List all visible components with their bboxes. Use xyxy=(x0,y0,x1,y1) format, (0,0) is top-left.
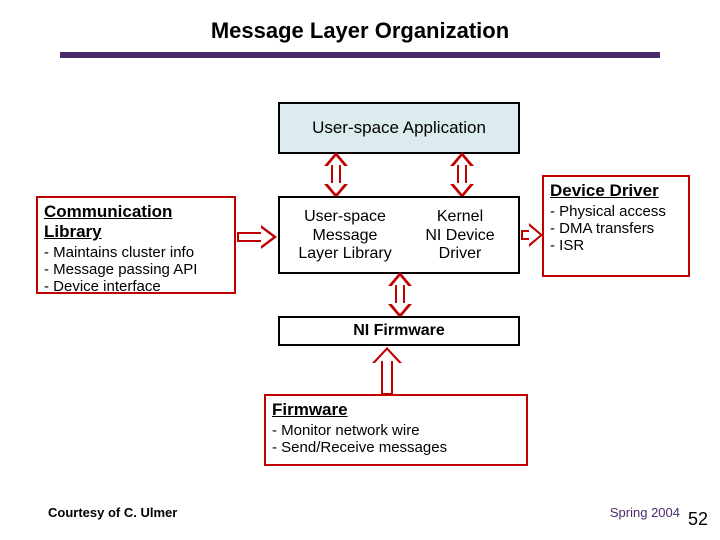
term-label: Spring 2004 xyxy=(610,505,680,520)
comm-library-header: Communication Library xyxy=(44,202,228,242)
message-layer-box: User-space Message Layer Library Kernel … xyxy=(278,196,520,274)
kernel-l2: NI Device xyxy=(425,227,494,245)
ni-firmware-label: NI Firmware xyxy=(353,322,445,340)
msg-lib-l3: Layer Library xyxy=(298,245,391,263)
device-driver-item: - Physical access xyxy=(550,203,682,220)
firmware-header: Firmware xyxy=(272,400,520,420)
comm-library-item: - Maintains cluster info xyxy=(44,244,228,261)
arrow-firmware-callout xyxy=(375,347,399,393)
firmware-item: - Monitor network wire xyxy=(272,422,520,439)
comm-library-callout: Communication Library - Maintains cluste… xyxy=(36,196,236,294)
arrow-comm-to-mid xyxy=(237,227,277,247)
device-driver-item: - ISR xyxy=(550,237,682,254)
device-driver-callout: Device Driver - Physical access - DMA tr… xyxy=(542,175,690,277)
arrow-app-userspace xyxy=(326,155,346,195)
user-space-msg-lib: User-space Message Layer Library xyxy=(286,203,404,269)
device-driver-header: Device Driver xyxy=(550,181,682,201)
user-space-app-label: User-space Application xyxy=(312,118,486,138)
arrow-app-kernel xyxy=(452,155,472,195)
firmware-callout: Firmware - Monitor network wire - Send/R… xyxy=(264,394,528,466)
title-rule xyxy=(60,52,660,58)
firmware-item: - Send/Receive messages xyxy=(272,439,520,456)
kernel-ni-driver: Kernel NI Device Driver xyxy=(408,203,512,269)
arrow-mid-to-driver xyxy=(521,225,543,245)
page-number: 52 xyxy=(688,509,708,530)
ni-firmware-box: NI Firmware xyxy=(278,316,520,346)
courtesy-line: Courtesy of C. Ulmer xyxy=(48,505,177,520)
arrow-mid-firmware xyxy=(390,275,410,315)
kernel-l3: Driver xyxy=(439,245,482,263)
kernel-l1: Kernel xyxy=(437,208,483,226)
comm-library-item: - Message passing API xyxy=(44,261,228,278)
msg-lib-l1: User-space xyxy=(304,208,386,226)
device-driver-item: - DMA transfers xyxy=(550,220,682,237)
user-space-app-box: User-space Application xyxy=(278,102,520,154)
msg-lib-l2: Message xyxy=(313,227,378,245)
comm-library-item: - Device interface xyxy=(44,278,228,295)
slide-title: Message Layer Organization xyxy=(0,0,720,52)
